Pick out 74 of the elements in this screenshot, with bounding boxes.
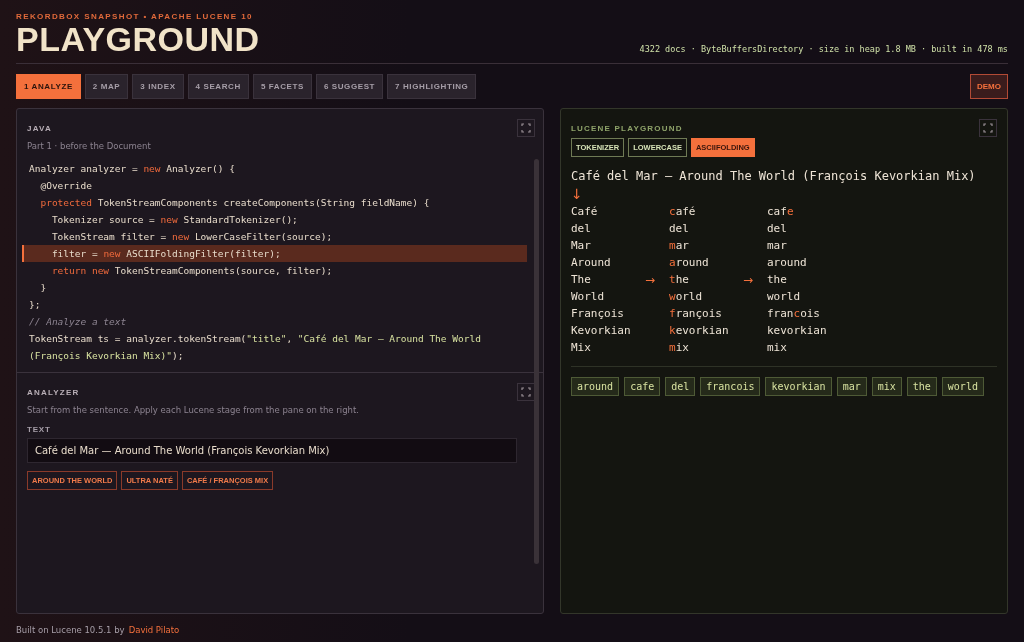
token: Kevorkian xyxy=(571,323,632,339)
token: kevorkian xyxy=(767,323,828,339)
header-eyebrow: REKORDBOX SNAPSHOT • APACHE LUCENE 10 xyxy=(16,12,254,21)
text-input-field[interactable]: Café del Mar — Around The World (François Kevorkian Mix) xyxy=(27,438,517,463)
token: The xyxy=(571,272,592,288)
sentence-text: Café del Mar — Around The World (François Kevorkian Mix) xyxy=(571,169,977,183)
code-line: // Analyze a text xyxy=(28,315,128,329)
fullscreen-icon[interactable] xyxy=(979,119,997,137)
section-title: JAVA xyxy=(27,123,52,133)
token: world xyxy=(669,289,704,305)
tab[interactable]: 1 ANALYZE xyxy=(16,74,81,99)
token: François xyxy=(571,306,625,322)
section-title: LUCENE PLAYGROUND xyxy=(571,123,683,133)
token: Mar xyxy=(571,238,592,254)
token: around xyxy=(669,255,710,271)
arrow: → xyxy=(743,272,754,287)
down-arrow: ↓ xyxy=(571,186,583,202)
tab[interactable]: 2 MAP xyxy=(84,74,129,99)
term-chip: around xyxy=(571,377,620,396)
code-line: }; xyxy=(28,298,42,312)
code-line: Analyzer analyzer = new Analyzer() { xyxy=(28,162,236,176)
code-line: } xyxy=(39,281,48,295)
token: del xyxy=(669,221,690,237)
code-line: @Override xyxy=(39,179,93,193)
tab[interactable]: 7 HIGHLIGHTING xyxy=(387,74,477,99)
code-line: TokenStream ts = analyzer.tokenStream("title", "Café del Mar — Around The World (François Kevorkian Mix)"); xyxy=(28,332,482,363)
fullscreen-icon[interactable] xyxy=(517,383,535,401)
term-chip: world xyxy=(941,377,984,396)
token: world xyxy=(767,289,802,305)
token: around xyxy=(767,255,808,271)
token: del xyxy=(571,221,592,237)
term-chip: mix xyxy=(871,377,902,396)
code-line: protected TokenStreamComponents createComponents(String fieldName) { xyxy=(39,196,431,210)
author-link[interactable]: David Pilato xyxy=(128,625,180,635)
token: mix xyxy=(767,340,788,356)
token: World xyxy=(571,289,606,305)
token: the xyxy=(767,272,788,288)
scrollbar[interactable] xyxy=(534,159,539,564)
term-chip: del xyxy=(665,377,696,396)
term-chip: francois xyxy=(700,377,761,396)
tab[interactable]: 5 FACETS xyxy=(252,74,312,99)
token: mar xyxy=(669,238,690,254)
section-title: ANALYZER xyxy=(27,387,80,397)
term-chip: mar xyxy=(836,377,867,396)
token: Café xyxy=(571,204,599,220)
code-line: Tokenizer source = new StandardTokenizer(); xyxy=(50,213,299,227)
fullscreen-icon[interactable] xyxy=(517,119,535,137)
token: café xyxy=(669,204,697,220)
page-title: PLAYGROUND xyxy=(16,21,260,57)
footer-text: Built on Lucene 10.5.1 by xyxy=(16,625,125,635)
token: Around xyxy=(571,255,612,271)
code-line: TokenStream filter = new LowerCaseFilter(source); xyxy=(50,230,334,244)
term-chip: the xyxy=(906,377,937,396)
token: kevorkian xyxy=(669,323,730,339)
section-description: Start from the sentence. Apply each Lucene stage from the pane on the right. xyxy=(27,405,360,415)
token: cafe xyxy=(767,204,795,220)
tab[interactable]: 4 SEARCH xyxy=(187,74,249,99)
field-label: TEXT xyxy=(27,425,52,434)
demo-button[interactable]: DEMO xyxy=(970,74,1008,99)
index-stats: 4322 docs · ByteBuffersDirectory · size in heap 1.8 MB · built in 478 ms xyxy=(639,44,1008,56)
token: del xyxy=(767,221,788,237)
token: mar xyxy=(767,238,788,254)
arrow: → xyxy=(645,272,656,287)
token: mix xyxy=(669,340,690,356)
token: the xyxy=(669,272,690,288)
term-chip: kevorkian xyxy=(765,377,832,396)
tab[interactable]: 6 SUGGEST xyxy=(315,74,384,99)
term-chip: cafe xyxy=(624,377,661,396)
token: francois xyxy=(767,306,821,322)
code-line: return new TokenStreamComponents(source, filter); xyxy=(50,264,334,278)
tab[interactable]: 3 INDEX xyxy=(132,74,184,99)
section-subtitle: Part 1 · before the Document xyxy=(27,141,152,151)
token: françois xyxy=(669,306,723,322)
token: Mix xyxy=(571,340,592,356)
